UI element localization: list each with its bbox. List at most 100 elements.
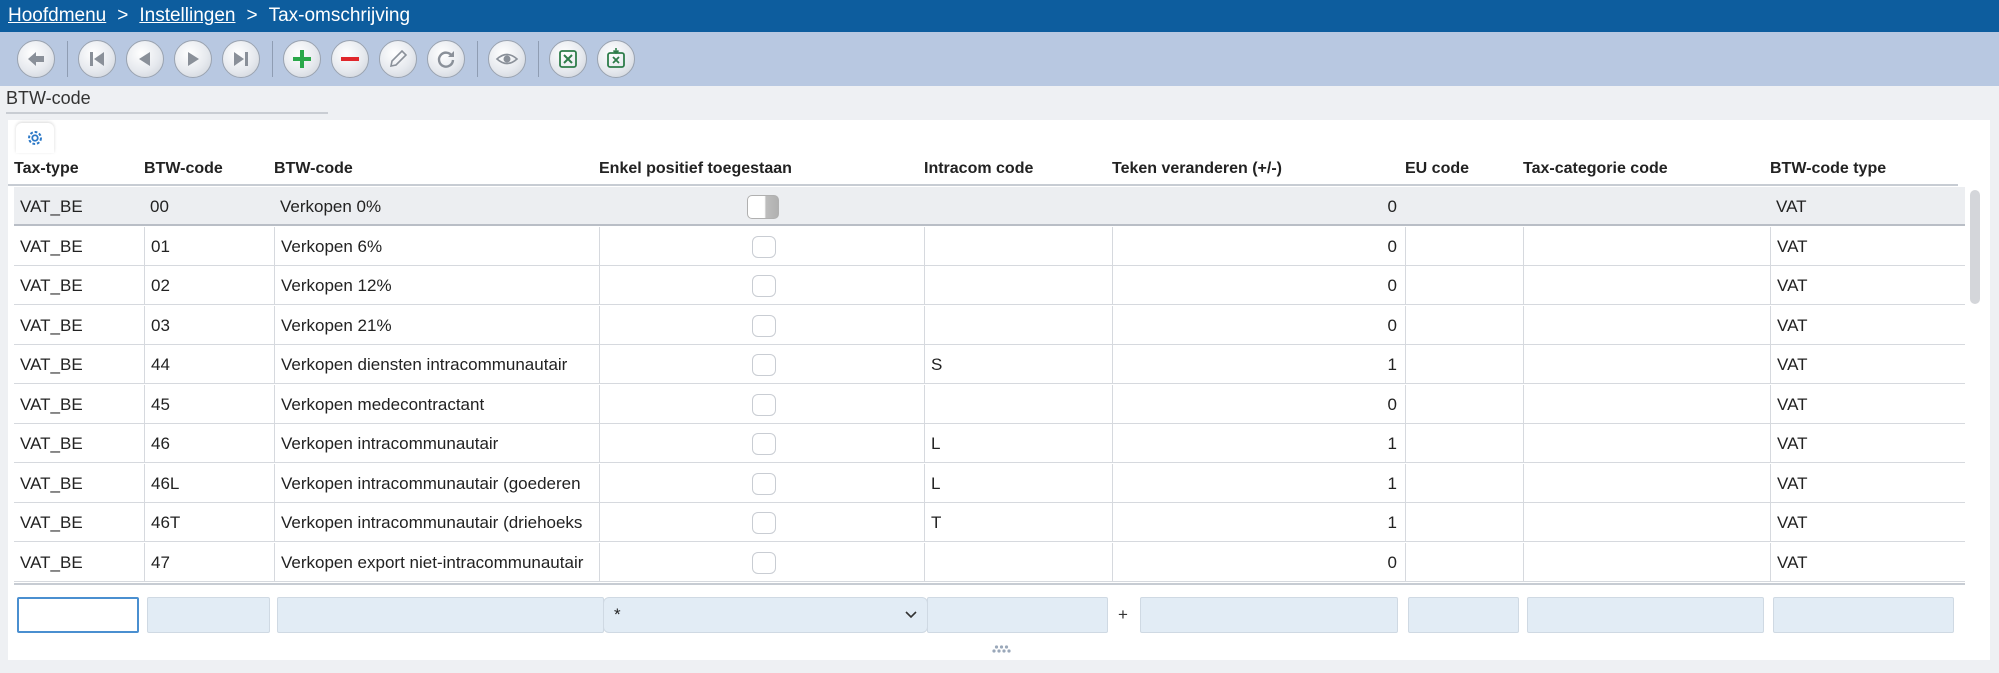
previous-record-button[interactable] xyxy=(126,40,164,78)
cell-eu-code xyxy=(1405,187,1523,226)
cell-tax-category xyxy=(1523,226,1770,266)
column-header-btw-code[interactable]: BTW-code xyxy=(144,154,223,184)
cell-tax-category xyxy=(1523,424,1770,463)
checkbox[interactable] xyxy=(751,314,776,337)
cell-description: Verkopen 21% xyxy=(274,305,599,345)
next-record-button[interactable] xyxy=(174,40,212,78)
checkbox[interactable] xyxy=(751,551,776,574)
cell-eu-code xyxy=(1405,226,1523,266)
cell-btw-code-type: VAT xyxy=(1770,226,1965,266)
filter-sign-prefix: + xyxy=(1118,605,1128,624)
breadcrumb: Hoofdmenu > Instellingen > Tax-omschrijv… xyxy=(0,0,1999,32)
scrollbar-thumb[interactable] xyxy=(1970,190,1980,304)
column-header-btw-code-type[interactable]: BTW-code type xyxy=(1770,154,1886,184)
filter-sign-change[interactable] xyxy=(1140,597,1398,633)
cell-positive-only xyxy=(599,305,924,345)
first-record-button[interactable] xyxy=(78,40,116,78)
checkbox[interactable] xyxy=(751,433,776,455)
filter-btw-code[interactable] xyxy=(147,597,270,633)
cell-btw-code: 03 xyxy=(144,305,274,345)
column-header-eu-code[interactable]: EU code xyxy=(1405,154,1469,184)
column-header-tax-type[interactable]: Tax-type xyxy=(14,154,79,184)
checkbox[interactable] xyxy=(751,393,776,416)
table-row[interactable]: VAT_BE 45 Verkopen medecontractant 0 VAT xyxy=(14,384,1965,424)
grid-header: Tax-type BTW-code BTW-code Enkel positie… xyxy=(8,154,1958,186)
excel-import-button[interactable] xyxy=(597,40,635,78)
delete-button[interactable] xyxy=(331,40,369,78)
filter-positive-only-value: * xyxy=(614,605,621,624)
cell-intracom-code: L xyxy=(924,463,1112,503)
cell-tax-category xyxy=(1523,384,1770,424)
excel-export-button[interactable] xyxy=(549,40,587,78)
breadcrumb-link-instellingen[interactable]: Instellingen xyxy=(139,5,235,27)
table-row[interactable]: VAT_BE 01 Verkopen 6% 0 VAT xyxy=(14,226,1965,266)
cell-tax-type: VAT_BE xyxy=(20,197,83,216)
checkbox[interactable] xyxy=(746,195,779,219)
checkbox[interactable] xyxy=(751,354,776,376)
filter-intracom[interactable] xyxy=(927,597,1108,633)
add-icon xyxy=(293,50,311,68)
cell-description: Verkopen export niet-intracommunautair xyxy=(274,542,599,582)
table-row[interactable]: VAT_BE 00 Verkopen 0% 0 VAT xyxy=(14,187,1965,226)
filter-row: * + xyxy=(8,596,1990,636)
cell-intracom-code: T xyxy=(924,503,1112,542)
refresh-icon xyxy=(437,51,455,68)
breadcrumb-separator: > xyxy=(117,5,129,26)
cell-sign-change: 0 xyxy=(1112,305,1405,345)
table-row[interactable]: VAT_BE 47 Verkopen export niet-intracommun… xyxy=(14,542,1965,582)
filter-positive-only-select[interactable]: * xyxy=(603,597,928,633)
cell-description: Verkopen diensten intracommunautair xyxy=(274,345,599,384)
filter-eu-code[interactable] xyxy=(1408,597,1519,633)
cell-btw-code: 00 xyxy=(150,197,169,216)
table-row[interactable]: VAT_BE 46 Verkopen intracommunautair L 1 VAT xyxy=(14,424,1965,463)
cell-positive-only xyxy=(599,266,924,305)
resize-handle-icon[interactable] xyxy=(990,644,1012,654)
column-header-sign-change[interactable]: Teken veranderen (+/-) xyxy=(1112,154,1282,184)
cell-btw-code: 02 xyxy=(144,266,274,305)
checkbox[interactable] xyxy=(751,472,776,495)
table-row[interactable]: VAT_BE 02 Verkopen 12% 0 VAT xyxy=(14,266,1965,305)
table-row[interactable]: VAT_BE 46L Verkopen intracommunautair (goe… xyxy=(14,463,1965,503)
cell-btw-code: 46L xyxy=(144,463,274,503)
last-record-button[interactable] xyxy=(222,40,260,78)
cell-positive-only xyxy=(599,384,924,424)
add-button[interactable] xyxy=(283,40,321,78)
filter-tax-category[interactable] xyxy=(1527,597,1764,633)
table-row[interactable]: VAT_BE 46T Verkopen intracommunautair (dri… xyxy=(14,503,1965,542)
section-underline xyxy=(6,112,328,114)
toolbar-divider xyxy=(272,41,273,77)
filter-description[interactable] xyxy=(277,597,604,633)
checkbox[interactable] xyxy=(751,235,776,258)
cell-tax-type: VAT_BE xyxy=(20,513,83,532)
refresh-button[interactable] xyxy=(427,40,465,78)
cell-eu-code xyxy=(1405,542,1523,582)
cell-positive-only xyxy=(599,345,924,384)
cell-eu-code xyxy=(1405,305,1523,345)
view-button[interactable] xyxy=(488,40,526,78)
toolbar xyxy=(0,32,1999,86)
last-icon xyxy=(234,52,248,66)
column-header-tax-category[interactable]: Tax-categorie code xyxy=(1523,154,1668,184)
checkbox[interactable] xyxy=(751,275,776,297)
edit-button[interactable] xyxy=(379,40,417,78)
breadcrumb-link-hoofdmenu[interactable]: Hoofdmenu xyxy=(8,5,106,27)
column-header-btw-description[interactable]: BTW-code xyxy=(274,154,353,184)
excel-export-icon xyxy=(559,50,577,68)
cell-btw-code: 44 xyxy=(144,345,274,384)
table-row[interactable]: VAT_BE 03 Verkopen 21% 0 VAT xyxy=(14,305,1965,345)
table-row[interactable]: VAT_BE 44 Verkopen diensten intracommunaut… xyxy=(14,345,1965,384)
column-header-positive-only[interactable]: Enkel positief toegestaan xyxy=(599,154,792,184)
cell-btw-code: 46 xyxy=(144,424,274,463)
checkbox[interactable] xyxy=(751,512,776,534)
cell-description: Verkopen 6% xyxy=(274,226,599,266)
cell-btw-code: 47 xyxy=(144,542,274,582)
filter-btw-code-type[interactable] xyxy=(1773,597,1954,633)
grid-settings-button[interactable] xyxy=(16,123,54,153)
cell-btw-code-type: VAT xyxy=(1770,424,1965,463)
back-button[interactable] xyxy=(17,40,55,78)
cell-eu-code xyxy=(1405,384,1523,424)
column-header-intracom-code[interactable]: Intracom code xyxy=(924,154,1033,184)
filter-tax-type[interactable] xyxy=(17,597,139,633)
excel-import-icon xyxy=(607,48,625,68)
cell-tax-category xyxy=(1523,266,1770,305)
